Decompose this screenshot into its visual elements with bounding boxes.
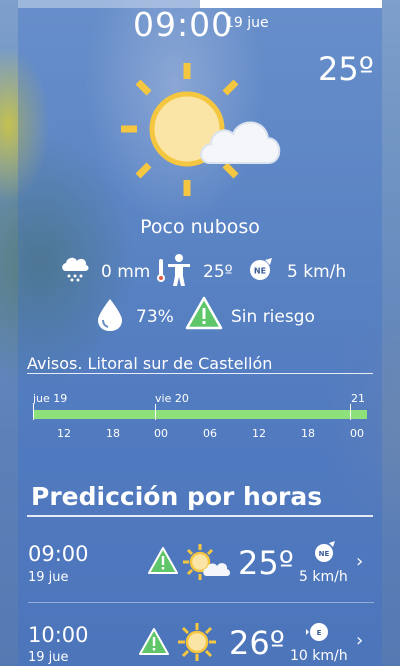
timeline-hour: 00 — [350, 427, 364, 440]
timeline-day-label: vie 20 — [155, 392, 189, 405]
wind-direction-icon: NE — [250, 258, 272, 280]
timeline-hour: 00 — [154, 427, 168, 440]
timeline-hour: 18 — [106, 427, 120, 440]
sun-cloud-icon — [183, 544, 230, 580]
warning-triangle-icon — [139, 628, 169, 655]
rain-cloud-icon — [62, 257, 89, 282]
timeline-hour: 18 — [301, 427, 315, 440]
wind-speed-value: 5 km/h — [287, 262, 347, 282]
humidity-value: 73% — [136, 307, 174, 327]
hour-row-date: 19 jue — [28, 650, 69, 665]
timeline-day-label: jue 19 — [33, 392, 68, 405]
wind-direction-icon: NE — [315, 541, 335, 562]
weather-description: Poco nuboso — [140, 216, 260, 238]
feels-like-value: 25º — [203, 262, 233, 282]
current-temperature: 25º — [318, 50, 374, 88]
risk-value: Sin riesgo — [231, 307, 315, 327]
thermometer-person-icon — [157, 254, 190, 286]
hour-row-time: 10:00 — [28, 623, 89, 647]
chevron-right-icon[interactable]: › — [356, 630, 363, 651]
sun-icon — [178, 623, 216, 661]
wind-dir-label: NE — [319, 550, 330, 558]
avisos-timeline-bar[interactable] — [33, 410, 367, 419]
wind-direction-icon: E — [306, 623, 328, 641]
precipitation-value: 0 mm — [101, 262, 151, 282]
wind-dir-label: E — [317, 629, 322, 637]
hour-row-date: 19 jue — [28, 570, 69, 585]
warning-triangle-icon — [148, 547, 178, 574]
prediccion-title: Predicción por horas — [31, 482, 323, 511]
wind-dir-label: NE — [254, 267, 266, 276]
timeline-tick — [33, 404, 34, 420]
timeline-day-label: 21 — [351, 392, 365, 405]
timeline-tick — [350, 404, 351, 420]
hour-row-wind: 5 km/h — [299, 569, 348, 585]
avisos-title[interactable]: Avisos. Litoral sur de Castellón — [27, 354, 272, 373]
hour-row-time: 09:00 — [28, 542, 89, 566]
timeline-hour: 12 — [252, 427, 266, 440]
chevron-right-icon[interactable]: › — [356, 551, 363, 572]
warning-triangle-icon — [185, 296, 223, 330]
sun-cloud-icon — [121, 63, 281, 196]
row-divider — [28, 602, 374, 603]
timeline-tick — [155, 404, 156, 420]
water-drop-icon — [98, 299, 122, 331]
current-date: 19 jue — [225, 15, 269, 31]
timeline-hour: 12 — [57, 427, 71, 440]
avisos-divider — [27, 373, 373, 374]
hour-row-wind: 10 km/h — [290, 648, 348, 664]
hour-row-temp: 25º — [238, 544, 294, 582]
timeline-hour: 06 — [203, 427, 217, 440]
prediccion-divider — [27, 515, 373, 517]
current-time: 09:00 — [133, 5, 234, 44]
hour-row-temp: 26º — [229, 624, 285, 662]
